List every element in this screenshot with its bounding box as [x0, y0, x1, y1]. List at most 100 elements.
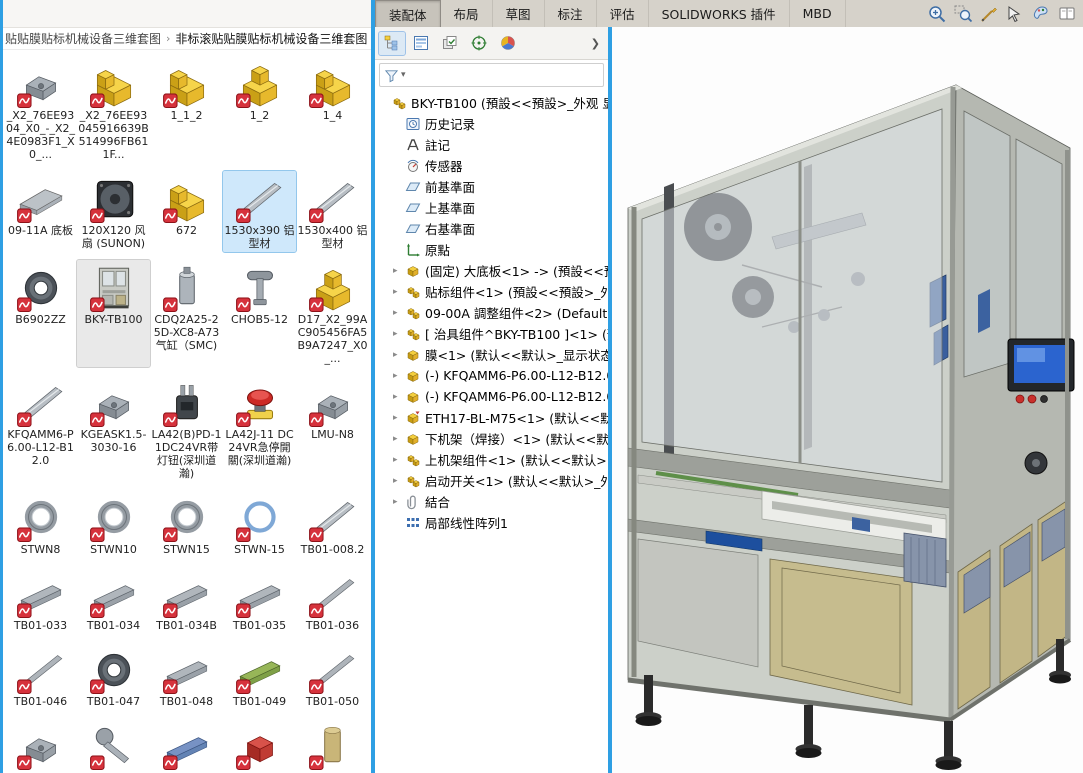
file-item-28[interactable]: TB01-035 — [223, 566, 296, 634]
file-item-7[interactable]: 672 — [150, 171, 223, 252]
tree-item-0[interactable]: BKY-TB100 (預設<<預設>_外观 显 — [375, 92, 608, 113]
file-item-14[interactable]: D17_X2_99AC905456FA5B9A7247_X0_... — [296, 260, 369, 367]
ribbon-tab-4[interactable]: 评估 — [597, 0, 649, 27]
ribbon-tab-5[interactable]: SOLIDWORKS 插件 — [649, 0, 790, 27]
tree-item-5[interactable]: 上基準面 — [375, 197, 608, 218]
file-item-0[interactable]: _X2_76EE9304_X0_-_X2_4E0983F1_X0_... — [4, 56, 77, 163]
file-item-8[interactable]: 1530x390 铝型材 — [223, 171, 296, 252]
file-item-26[interactable]: TB01-034 — [77, 566, 150, 634]
file-item-12[interactable]: CDQ2A25-25D-XC8-A73气缸（SMC) — [150, 260, 223, 367]
file-item-24[interactable]: TB01-008.2 — [296, 490, 369, 558]
tree-item-7[interactable]: 原點 — [375, 239, 608, 260]
tab-featuremanager-design-tree[interactable] — [379, 32, 405, 55]
file-item-34[interactable]: TB01-050 — [296, 642, 369, 710]
graphics-viewport[interactable] — [612, 27, 1083, 773]
expand-arrow-icon[interactable]: ▸ — [393, 350, 405, 360]
file-item-21[interactable]: STWN10 — [77, 490, 150, 558]
sensor-icon — [405, 158, 421, 174]
tree-item-11[interactable]: ▸[ 治具组件^BKY-TB100 ]<1> (預 — [375, 323, 608, 344]
tree-item-17[interactable]: ▸上机架组件<1> (默认<<默认> — [375, 449, 608, 470]
tree-item-13[interactable]: ▸(-) KFQAMM6-P6.00-L12-B12.0 — [375, 365, 608, 386]
expand-arrow-icon[interactable]: ▸ — [393, 308, 405, 318]
file-item-33[interactable]: TB01-049 — [223, 642, 296, 710]
tree-item-8[interactable]: ▸(固定) 大底板<1> -> (預設<<預 — [375, 260, 608, 281]
ribbon-tab-1[interactable]: 布局 — [441, 0, 493, 27]
part-icon — [405, 389, 421, 405]
file-item-5[interactable]: 09-11A 底板 — [4, 171, 77, 252]
expand-arrow-icon[interactable]: ▸ — [393, 287, 405, 297]
report-icon[interactable] — [1057, 4, 1077, 24]
file-item-19[interactable]: LMU-N8 — [296, 375, 369, 482]
appearance-icon[interactable] — [1031, 4, 1051, 24]
expand-arrow-icon[interactable]: ▸ — [393, 455, 405, 465]
ribbon-tab-0[interactable]: 装配体 — [375, 0, 441, 27]
file-item-29[interactable]: TB01-036 — [296, 566, 369, 634]
file-item-23[interactable]: STWN-15 — [223, 490, 296, 558]
expand-arrow-icon[interactable]: ▸ — [393, 329, 405, 339]
file-item-4[interactable]: 1_4 — [296, 56, 369, 163]
file-item-6[interactable]: 120X120 风扇 (SUNON) — [77, 171, 150, 252]
tree-item-10[interactable]: ▸09-00A 調整组件<2> (Default< — [375, 302, 608, 323]
expand-arrow-icon[interactable]: ▸ — [393, 413, 405, 423]
annotate-icon[interactable] — [979, 4, 999, 24]
zoom-in-icon[interactable] — [927, 4, 947, 24]
file-item-32[interactable]: TB01-048 — [150, 642, 223, 710]
file-item-13[interactable]: CHOB5-12 — [223, 260, 296, 367]
propertymanager-icon — [412, 34, 430, 52]
expand-arrow-icon[interactable]: ▸ — [393, 392, 405, 402]
tree-item-2[interactable]: 註记 — [375, 134, 608, 155]
file-item-10[interactable]: B6902ZZ — [4, 260, 77, 367]
file-item-30[interactable]: TB01-046 — [4, 642, 77, 710]
file-item-25[interactable]: TB01-033 — [4, 566, 77, 634]
tree-item-1[interactable]: 历史记录 — [375, 113, 608, 134]
expand-arrow-icon[interactable]: ▸ — [393, 266, 405, 276]
tree-item-3[interactable]: 传感器 — [375, 155, 608, 176]
file-item-39[interactable] — [296, 718, 369, 773]
expand-arrow-icon[interactable]: ▸ — [393, 434, 405, 444]
ribbon-tab-3[interactable]: 标注 — [545, 0, 597, 27]
file-item-38[interactable] — [223, 718, 296, 773]
tab-configurationmanager[interactable] — [437, 32, 463, 55]
panel-flyout-arrow[interactable]: ❯ — [587, 37, 604, 50]
tree-item-4[interactable]: 前基準面 — [375, 176, 608, 197]
file-item-3[interactable]: 1_2 — [223, 56, 296, 163]
tree-item-19[interactable]: ▸結合 — [375, 491, 608, 512]
tab-dimxpertmanager[interactable] — [466, 32, 492, 55]
tree-item-15[interactable]: ▸ETH17-BL-M75<1> (默认<<默认 — [375, 407, 608, 428]
tree-item-20[interactable]: 局部线性阵列1 — [375, 512, 608, 533]
breadcrumb-current[interactable]: 非标滚贴贴膜贴标机械设备三维套图 — [175, 30, 367, 47]
file-item-1[interactable]: _X2_76EE93045916639B514996FB611F... — [77, 56, 150, 163]
file-item-22[interactable]: STWN15 — [150, 490, 223, 558]
file-item-31[interactable]: TB01-047 — [77, 642, 150, 710]
tree-item-16[interactable]: ▸下机架（焊接）<1> (默认<<默 — [375, 428, 608, 449]
ribbon-tab-6[interactable]: MBD — [790, 0, 846, 27]
file-item-15[interactable]: KFQAMM6-P6.00-L12-B12.0 — [4, 375, 77, 482]
tab-displaymanager[interactable] — [495, 32, 521, 55]
zoom-to-area-icon[interactable] — [953, 4, 973, 24]
file-item-37[interactable] — [150, 718, 223, 773]
tree-item-12[interactable]: ▸膜<1> (默认<<默认>_显示状态 — [375, 344, 608, 365]
file-item-20[interactable]: STWN8 — [4, 490, 77, 558]
file-item-2[interactable]: 1_1_2 — [150, 56, 223, 163]
tree-item-18[interactable]: ▸启动开关<1> (默认<<默认>_外 — [375, 470, 608, 491]
tree-item-6[interactable]: 右基準面 — [375, 218, 608, 239]
file-item-16[interactable]: KGEASK1.5-3030-16 — [77, 375, 150, 482]
tab-propertymanager[interactable] — [408, 32, 434, 55]
ribbon-tab-2[interactable]: 草图 — [493, 0, 545, 27]
expand-arrow-icon[interactable]: ▸ — [393, 497, 405, 507]
feature-tree-filter[interactable]: ▾ — [379, 63, 604, 87]
file-item-9[interactable]: 1530x400 铝型材 — [296, 171, 369, 252]
file-item-27[interactable]: TB01-034B — [150, 566, 223, 634]
select-icon[interactable] — [1005, 4, 1025, 24]
tree-item-9[interactable]: ▸贴标组件<1> (預設<<預設>_外 — [375, 281, 608, 302]
red-part-thumbnail-icon — [235, 720, 285, 770]
file-item-18[interactable]: LA42J-11 DC24VR急停開關(深圳道瀚) — [223, 375, 296, 482]
file-item-17[interactable]: LA42(B)PD-11DC24VR带灯钮(深圳道瀚) — [150, 375, 223, 482]
expand-arrow-icon[interactable]: ▸ — [393, 371, 405, 381]
file-item-11[interactable]: BKY-TB100 — [77, 260, 150, 367]
tree-item-14[interactable]: ▸(-) KFQAMM6-P6.00-L12-B12.0 — [375, 386, 608, 407]
expand-arrow-icon[interactable]: ▸ — [393, 476, 405, 486]
file-item-36[interactable] — [77, 718, 150, 773]
breadcrumb-parent[interactable]: 贴贴膜贴标机械设备三维套图 — [5, 30, 161, 47]
file-item-35[interactable] — [4, 718, 77, 773]
